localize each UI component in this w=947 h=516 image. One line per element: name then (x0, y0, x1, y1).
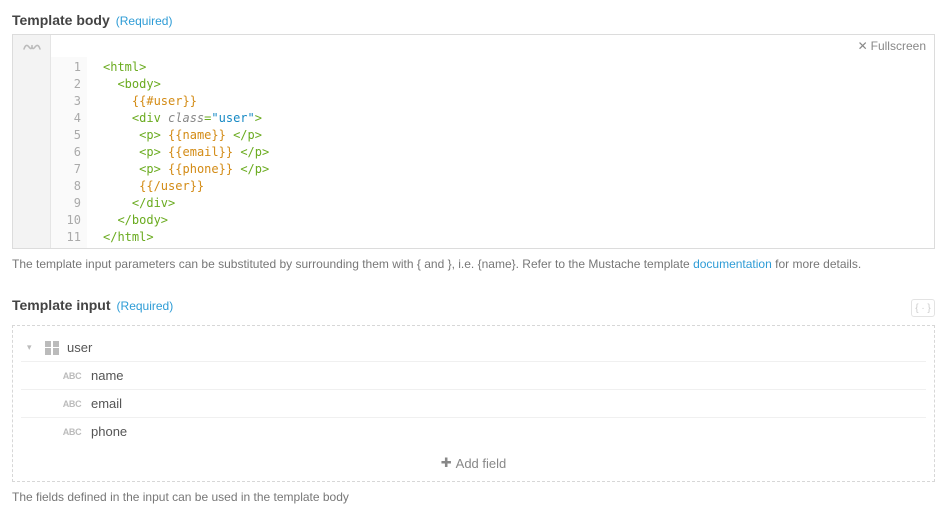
code-content[interactable]: <html> <body> {{#user}} <div class="user… (87, 57, 934, 248)
template-body-title: Template body (12, 12, 110, 28)
field-row[interactable]: ▾ user (21, 334, 926, 362)
template-input-caption: The fields defined in the input can be u… (12, 490, 935, 504)
template-input-panel: ▾ user ABC name ABC email ABC phone ✚ Add field (12, 325, 935, 482)
chevron-down-icon[interactable]: ▾ (27, 342, 37, 353)
plus-icon: ✚ (441, 455, 452, 471)
field-name: name (91, 368, 124, 383)
add-field-label: Add field (456, 456, 507, 471)
string-type-icon: ABC (61, 371, 83, 381)
fullscreen-button[interactable]: ✕ Fullscreen (858, 39, 926, 53)
template-input-title: Template input (12, 297, 111, 313)
template-body-caption: The template input parameters can be sub… (12, 257, 935, 271)
editor-side-tab[interactable] (13, 35, 51, 248)
field-name: user (67, 340, 92, 355)
code-editor[interactable]: ✕ Fullscreen 1234567891011 <html> <body>… (12, 34, 935, 249)
template-body-header: Template body (Required) (12, 12, 935, 28)
field-row[interactable]: ABC phone (21, 418, 926, 445)
template-input-header: Template input (Required) (12, 297, 173, 313)
mustache-icon (22, 41, 42, 248)
required-tag: (Required) (116, 14, 173, 28)
string-type-icon: ABC (61, 427, 83, 437)
string-type-icon: ABC (61, 399, 83, 409)
required-tag: (Required) (117, 299, 174, 313)
fullscreen-label: Fullscreen (871, 39, 926, 53)
line-gutter: 1234567891011 (51, 57, 87, 248)
field-row[interactable]: ABC email (21, 390, 926, 418)
object-icon (45, 341, 59, 355)
field-row[interactable]: ABC name (21, 362, 926, 390)
json-toggle-button[interactable]: { · } (911, 299, 935, 317)
field-name: phone (91, 424, 127, 439)
documentation-link[interactable]: documentation (693, 257, 772, 271)
field-name: email (91, 396, 122, 411)
add-field-button[interactable]: ✚ Add field (21, 445, 926, 473)
fullscreen-icon: ✕ (858, 39, 868, 53)
